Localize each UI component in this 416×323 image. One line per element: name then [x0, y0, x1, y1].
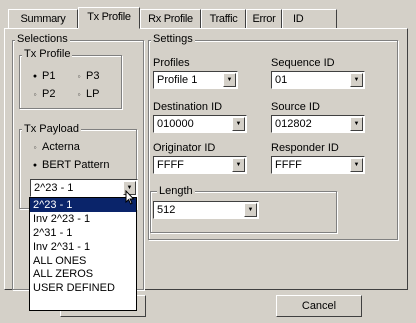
radio-acterna[interactable]: ○ Acterna: [31, 140, 79, 154]
radio-unselected-icon: ○: [33, 92, 37, 98]
radio-unselected-icon: ○: [33, 145, 37, 151]
dropdown-option[interactable]: Inv 2^23 - 1: [30, 212, 136, 226]
radio-p3[interactable]: ○ P3: [75, 69, 99, 83]
tx-payload-title: Tx Payload: [22, 123, 82, 135]
dropdown-option[interactable]: ALL ZEROS: [30, 267, 136, 281]
length-label: Length: [157, 185, 195, 197]
chevron-down-icon[interactable]: ▼: [232, 117, 245, 131]
tab-traffic[interactable]: Traffic: [201, 9, 246, 28]
dropdown-option[interactable]: 2^23 - 1: [30, 198, 136, 212]
chevron-down-icon[interactable]: ▼: [350, 117, 363, 131]
dialog-window: Summary Tx Profile Rx Profile Traffic Er…: [0, 0, 416, 323]
radio-selected-icon: ●: [32, 162, 38, 169]
tx-profile-title: Tx Profile: [22, 48, 73, 60]
dropdown-option[interactable]: 2^31 - 1: [30, 226, 136, 240]
dropdown-option[interactable]: Inv 2^31 - 1: [30, 240, 136, 254]
radio-unselected-icon: ○: [77, 74, 81, 80]
cancel-button[interactable]: Cancel: [276, 295, 362, 317]
originator-id-select[interactable]: FFFF ▼: [153, 156, 247, 174]
radio-unselected-icon: ○: [77, 92, 81, 98]
radio-p2[interactable]: ○ P2: [31, 87, 55, 101]
responder-id-select[interactable]: FFFF ▼: [271, 156, 365, 174]
mouse-cursor-icon: [125, 190, 135, 205]
chevron-down-icon[interactable]: ▼: [232, 158, 245, 172]
radio-selected-icon: ●: [32, 73, 38, 80]
tab-id[interactable]: ID: [282, 9, 337, 28]
source-id-select[interactable]: 012802 ▼: [271, 115, 365, 133]
length-select[interactable]: 512 ▼: [153, 201, 259, 219]
radio-bert-pattern[interactable]: ● BERT Pattern: [31, 158, 110, 172]
dropdown-option[interactable]: USER DEFINED: [30, 281, 136, 295]
chevron-down-icon[interactable]: ▼: [350, 158, 363, 172]
radio-p1[interactable]: ● P1: [31, 69, 56, 83]
tab-error[interactable]: Error: [246, 9, 282, 28]
radio-lp[interactable]: ○ LP: [75, 87, 99, 101]
tab-summary[interactable]: Summary: [8, 9, 78, 28]
sequence-id-select[interactable]: 01 ▼: [271, 71, 365, 89]
profiles-select[interactable]: Profile 1 ▼: [153, 71, 238, 89]
profiles-label: Profiles: [153, 57, 190, 69]
tab-tx-profile[interactable]: Tx Profile: [78, 7, 140, 29]
responder-id-label: Responder ID: [271, 142, 339, 154]
chevron-down-icon[interactable]: ▼: [350, 73, 363, 87]
source-id-label: Source ID: [271, 101, 320, 113]
originator-id-label: Originator ID: [153, 142, 216, 154]
bert-pattern-select[interactable]: 2^23 - 1 ▼: [30, 179, 138, 197]
selections-title: Selections: [15, 33, 70, 45]
destination-id-label: Destination ID: [153, 101, 223, 113]
tab-rx-profile[interactable]: Rx Profile: [140, 9, 201, 28]
bert-pattern-dropdown[interactable]: 2^23 - 1 Inv 2^23 - 1 2^31 - 1 Inv 2^31 …: [29, 197, 137, 311]
settings-title: Settings: [151, 33, 195, 45]
sequence-id-label: Sequence ID: [271, 57, 335, 69]
chevron-down-icon[interactable]: ▼: [244, 203, 257, 217]
chevron-down-icon[interactable]: ▼: [223, 73, 236, 87]
destination-id-select[interactable]: 010000 ▼: [153, 115, 247, 133]
dropdown-option[interactable]: ALL ONES: [30, 254, 136, 268]
